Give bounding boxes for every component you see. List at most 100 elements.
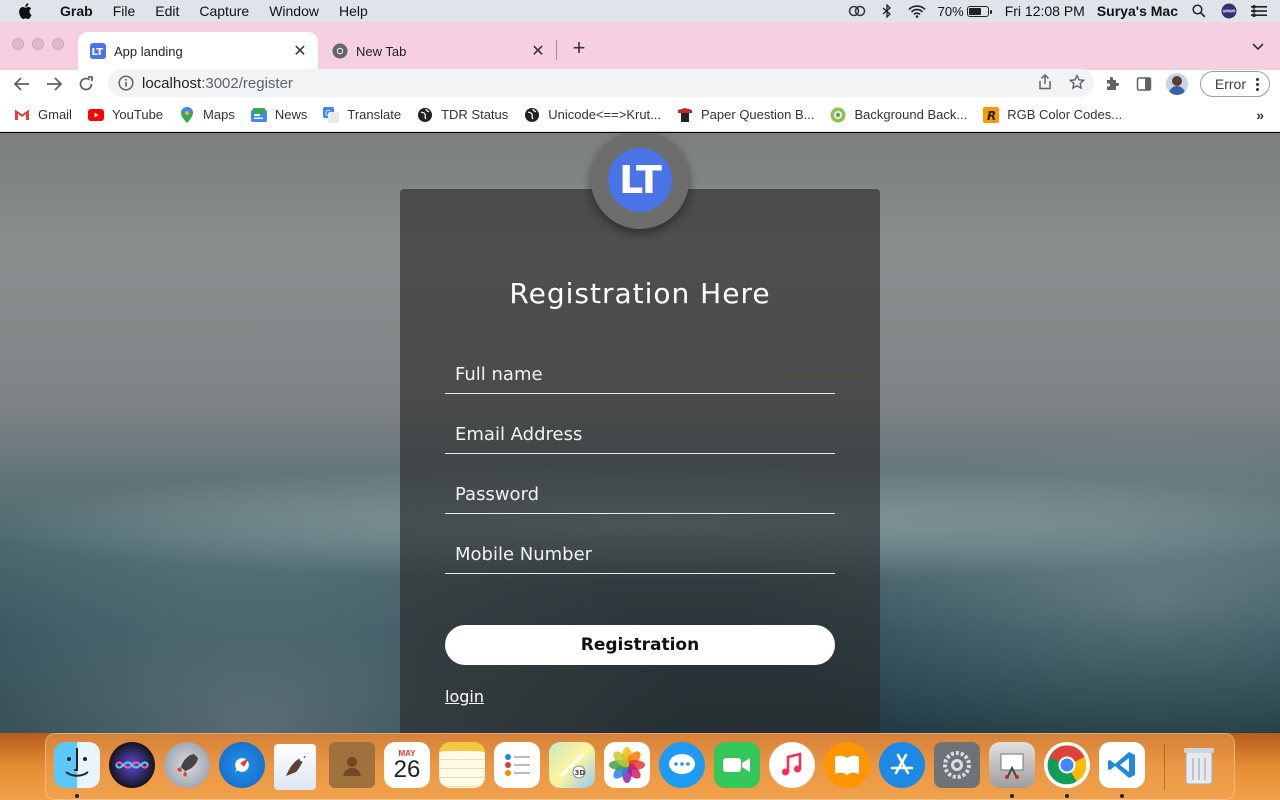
- bookmarks-bar: Gmail YouTube Maps News G Translate TDR …: [0, 98, 1280, 132]
- mobile-input[interactable]: [445, 536, 835, 573]
- reload-button[interactable]: [74, 72, 98, 96]
- menubar-clock[interactable]: Fri 12:08 PM: [1005, 3, 1085, 19]
- email-field[interactable]: [445, 416, 835, 454]
- app-favicon-icon: LT: [90, 43, 106, 59]
- menubar-user[interactable]: Surya's Mac: [1097, 3, 1178, 19]
- minimize-window-button[interactable]: [32, 38, 44, 50]
- full-name-input[interactable]: [445, 356, 835, 393]
- bookmark-paper-question[interactable]: Paper Question B...: [677, 107, 814, 123]
- bookmark-rgb-codes[interactable]: R RGB Color Codes...: [983, 106, 1123, 123]
- menu-edit[interactable]: Edit: [145, 3, 189, 19]
- zoom-window-button[interactable]: [52, 38, 64, 50]
- contacts-icon[interactable]: [329, 742, 375, 788]
- trash-icon[interactable]: [1176, 742, 1222, 788]
- extensions-puzzle-icon[interactable]: [1102, 74, 1122, 94]
- control-center-icon[interactable]: [1250, 4, 1268, 18]
- system-preferences-icon[interactable]: [934, 742, 980, 788]
- new-tab-button[interactable]: +: [568, 37, 590, 60]
- bookmark-translate[interactable]: G Translate: [323, 106, 401, 123]
- login-link[interactable]: login: [445, 687, 484, 706]
- rgb-icon: R: [983, 106, 1000, 123]
- side-panel-icon[interactable]: [1134, 74, 1154, 94]
- site-info-icon[interactable]: [118, 75, 134, 91]
- finder-icon[interactable]: [54, 742, 100, 788]
- bookmark-label: YouTube: [111, 107, 164, 122]
- vscode-icon[interactable]: [1099, 742, 1145, 788]
- youtube-icon: [87, 107, 104, 123]
- logo-mark: LT: [608, 148, 672, 212]
- password-input[interactable]: [445, 476, 835, 513]
- email-input[interactable]: [445, 416, 835, 453]
- bluetooth-icon[interactable]: [878, 4, 896, 18]
- maps-icon[interactable]: 3D: [549, 742, 595, 788]
- tab-app-landing[interactable]: LT App landing ✕: [78, 32, 318, 70]
- bookmark-star-icon[interactable]: [1068, 73, 1086, 91]
- profile-avatar[interactable]: [1165, 73, 1188, 95]
- error-button[interactable]: Error: [1199, 71, 1270, 97]
- password-field[interactable]: [445, 476, 835, 514]
- messages-icon[interactable]: [659, 742, 705, 788]
- address-bar[interactable]: localhost:3002/register: [108, 69, 1094, 97]
- calendar-icon[interactable]: MAY 26: [384, 742, 430, 788]
- chrome-icon[interactable]: [1044, 742, 1090, 788]
- forward-button[interactable]: [42, 72, 66, 96]
- close-window-button[interactable]: [12, 38, 24, 50]
- reminders-icon[interactable]: [494, 742, 540, 788]
- safari-icon[interactable]: [219, 742, 265, 788]
- menu-capture[interactable]: Capture: [189, 3, 259, 19]
- launchpad-icon[interactable]: [164, 742, 210, 788]
- tab-close-icon[interactable]: ✕: [290, 41, 310, 61]
- grab-icon[interactable]: [989, 742, 1035, 788]
- registration-title: Registration Here: [509, 277, 771, 310]
- registration-button[interactable]: Registration: [445, 625, 835, 665]
- tab-new-tab[interactable]: New Tab ✕: [320, 32, 556, 70]
- bookmark-maps[interactable]: Maps: [179, 106, 235, 123]
- svg-text:LT: LT: [92, 47, 104, 58]
- spotlight-search-icon[interactable]: [1190, 4, 1208, 18]
- battery-percent: 70%: [937, 3, 964, 19]
- creative-cloud-icon[interactable]: [848, 4, 866, 18]
- menu-help[interactable]: Help: [329, 3, 378, 19]
- running-indicator: [1120, 794, 1124, 798]
- share-icon[interactable]: [1036, 73, 1054, 91]
- app-store-icon[interactable]: [879, 742, 925, 788]
- tab-separator: [556, 40, 557, 60]
- wifi-icon[interactable]: [908, 4, 926, 18]
- back-button[interactable]: [10, 72, 34, 96]
- bookmark-label: Background Back...: [854, 107, 968, 122]
- bookmark-unicode[interactable]: Unicode<==>Krut...: [524, 107, 661, 123]
- bookmark-news[interactable]: News: [250, 107, 308, 123]
- tab-close-icon[interactable]: ✕: [528, 41, 548, 61]
- siri-icon[interactable]: [109, 742, 155, 788]
- menu-window[interactable]: Window: [259, 3, 329, 19]
- notes-icon[interactable]: [439, 742, 485, 788]
- running-indicator: [75, 794, 79, 798]
- tab-search-chevron-icon[interactable]: [1250, 38, 1266, 54]
- bookmark-tdr-status[interactable]: TDR Status: [417, 107, 508, 123]
- bookmark-label: Maps: [203, 107, 235, 122]
- bookmark-background[interactable]: Background Back...: [830, 107, 967, 123]
- menu-bar: Grab File Edit Capture Window Help 70% F…: [0, 0, 1280, 22]
- window-controls: [12, 38, 64, 50]
- bookmark-youtube[interactable]: YouTube: [87, 107, 164, 123]
- facetime-icon[interactable]: [714, 742, 760, 788]
- books-icon[interactable]: [824, 742, 870, 788]
- background-icon: [830, 107, 846, 123]
- site-logo: LT: [591, 133, 689, 229]
- mobile-field[interactable]: [445, 536, 835, 574]
- apple-icon[interactable]: [18, 2, 36, 20]
- siri-icon[interactable]: [1220, 3, 1238, 19]
- menu-file[interactable]: File: [103, 3, 146, 19]
- dock: MAY 26 3D: [45, 733, 1235, 800]
- url-host: localhost: [142, 74, 202, 92]
- battery-indicator[interactable]: 70%: [937, 3, 992, 19]
- bookmark-label: News: [274, 107, 308, 122]
- mail-icon[interactable]: [274, 744, 316, 790]
- bookmark-label: RGB Color Codes...: [1007, 107, 1123, 122]
- photos-icon[interactable]: [604, 742, 650, 788]
- menu-app-name[interactable]: Grab: [50, 3, 103, 19]
- bookmark-gmail[interactable]: Gmail: [14, 107, 72, 123]
- music-icon[interactable]: [769, 742, 815, 788]
- bookmarks-overflow-icon[interactable]: »: [1256, 107, 1264, 123]
- full-name-field[interactable]: [445, 356, 835, 394]
